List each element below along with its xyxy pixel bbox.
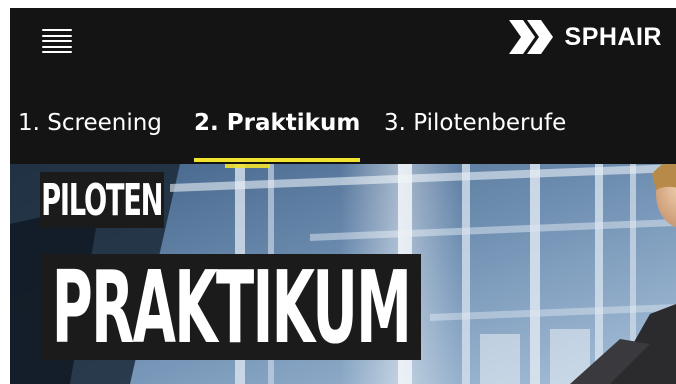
tab-pilotenberufe[interactable]: 3. Pilotenberufe (384, 110, 566, 162)
hero-kicker: PILOTEN (40, 172, 164, 228)
step-tabs: 1. Screening 2. Praktikum 3. Pilotenberu… (10, 88, 676, 164)
tab-label: 3. Pilotenberufe (384, 110, 567, 136)
menu-line (42, 29, 72, 31)
tab-label: 1. Screening (18, 110, 162, 136)
double-chevron-logo-icon (508, 20, 553, 54)
hero-title-text: PRAKTIKUM (51, 248, 412, 366)
brand-name: SPHAIR (564, 22, 662, 51)
menu-line (42, 34, 72, 37)
tab-label: 2. Praktikum (194, 110, 361, 136)
tab-praktikum[interactable]: 2. Praktikum (194, 110, 361, 162)
tab-screening[interactable]: 1. Screening (18, 110, 162, 162)
menu-line (42, 40, 72, 42)
hero-kicker-text: PILOTEN (41, 174, 163, 226)
menu-line (42, 51, 72, 53)
page-frame: SPHAIR 1. Screening 2. Praktikum 3. Pilo… (10, 8, 676, 384)
brand-logo[interactable]: SPHAIR (508, 17, 662, 57)
active-tab-indicator (194, 158, 361, 162)
hero-title: PRAKTIKUM (41, 249, 421, 366)
hamburger-menu-icon[interactable] (42, 29, 72, 53)
menu-line (42, 45, 72, 48)
hero-banner: PILOTEN PRAKTIKUM (10, 164, 676, 384)
top-header: SPHAIR (10, 8, 676, 88)
